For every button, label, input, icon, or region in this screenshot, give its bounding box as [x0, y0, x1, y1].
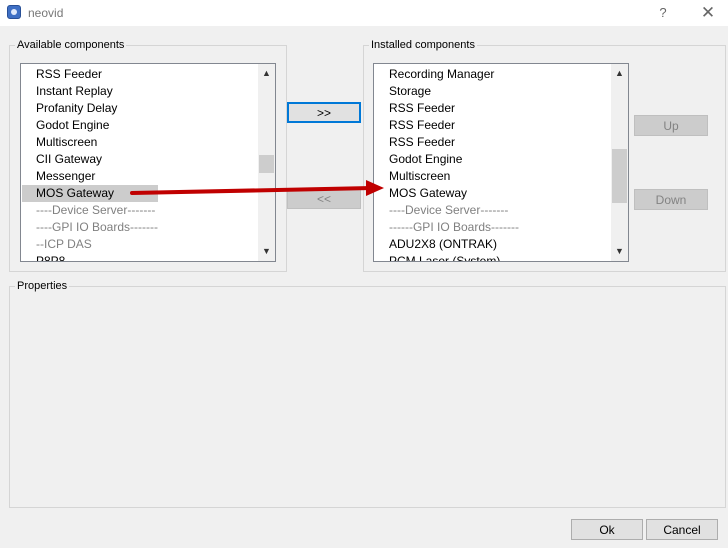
list-item[interactable]: Storage: [375, 83, 519, 100]
help-button[interactable]: ?: [652, 2, 674, 24]
installed-components-list[interactable]: Recording Manager Storage RSS Feeder RSS Fe…: [373, 63, 629, 262]
list-item[interactable]: Multiscreen: [22, 134, 158, 151]
scroll-down-icon[interactable]: ▼: [258, 243, 275, 260]
list-item[interactable]: MOS Gateway: [375, 185, 519, 202]
remove-component-button[interactable]: <<: [287, 188, 361, 209]
close-button[interactable]: ✕: [697, 2, 719, 24]
installed-scrollbar[interactable]: ▲ ▼: [611, 64, 628, 261]
scroll-thumb[interactable]: [612, 149, 627, 203]
available-components-label: Available components: [15, 39, 127, 51]
list-item[interactable]: MOS Gateway: [22, 185, 158, 202]
installed-components-label: Installed components: [369, 39, 477, 51]
list-category-header[interactable]: ------GPI IO Boards-------: [375, 219, 519, 236]
scroll-up-icon[interactable]: ▲: [258, 65, 275, 82]
list-item[interactable]: P8P8: [22, 253, 158, 261]
list-item[interactable]: RSS Feeder: [22, 66, 158, 83]
list-category-header[interactable]: --ICP DAS: [22, 236, 158, 253]
list-item[interactable]: Recording Manager: [375, 66, 519, 83]
properties-label: Properties: [15, 280, 70, 292]
list-item[interactable]: Godot Engine: [22, 117, 158, 134]
available-scrollbar[interactable]: ▲ ▼: [258, 64, 275, 261]
list-item[interactable]: RSS Feeder: [375, 100, 519, 117]
list-item[interactable]: Godot Engine: [375, 151, 519, 168]
list-item[interactable]: Messenger: [22, 168, 158, 185]
list-item[interactable]: Profanity Delay: [22, 100, 158, 117]
list-item[interactable]: CII Gateway: [22, 151, 158, 168]
move-up-button[interactable]: Up: [634, 115, 708, 136]
list-item[interactable]: RSS Feeder: [375, 117, 519, 134]
list-category-header[interactable]: ----Device Server-------: [375, 202, 519, 219]
move-down-button[interactable]: Down: [634, 189, 708, 210]
list-item[interactable]: PCM Laser (System): [375, 253, 519, 261]
list-item[interactable]: RSS Feeder: [375, 134, 519, 151]
properties-group: [9, 286, 726, 508]
app-icon: [7, 5, 21, 19]
scroll-up-icon[interactable]: ▲: [611, 65, 628, 82]
window-title: neovid: [28, 6, 64, 20]
add-component-button[interactable]: >>: [287, 102, 361, 123]
ok-button[interactable]: Ok: [571, 519, 643, 540]
list-item[interactable]: Multiscreen: [375, 168, 519, 185]
list-category-header[interactable]: ----GPI IO Boards-------: [22, 219, 158, 236]
title-bar: neovid ? ✕: [0, 0, 728, 26]
available-components-list[interactable]: RSS Feeder Instant Replay Profanity Delay G…: [20, 63, 276, 262]
scroll-thumb[interactable]: [259, 155, 274, 173]
list-item[interactable]: Instant Replay: [22, 83, 158, 100]
scroll-down-icon[interactable]: ▼: [611, 243, 628, 260]
list-category-header[interactable]: ----Device Server-------: [22, 202, 158, 219]
list-item[interactable]: ADU2X8 (ONTRAK): [375, 236, 519, 253]
cancel-button[interactable]: Cancel: [646, 519, 718, 540]
